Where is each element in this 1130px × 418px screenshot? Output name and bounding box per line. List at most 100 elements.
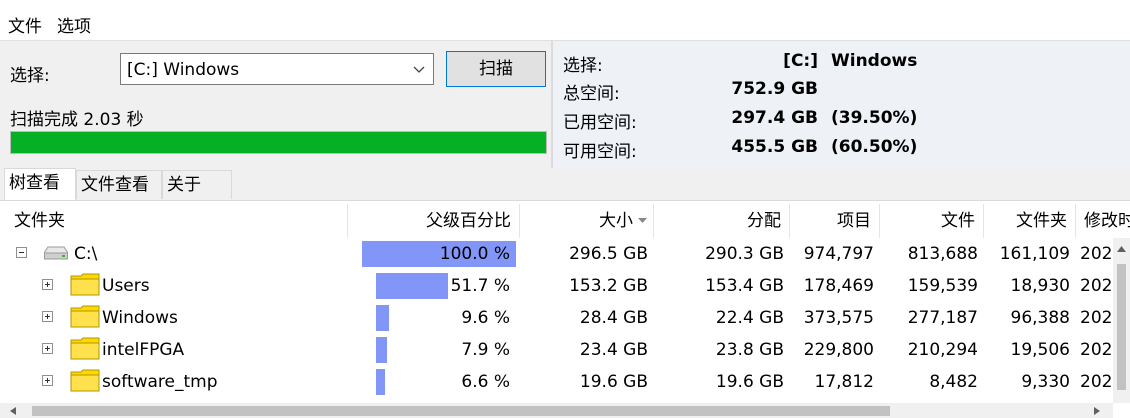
row-name: Windows	[102, 308, 178, 328]
expand-toggle[interactable]	[42, 375, 53, 386]
info-select-extra: Windows	[831, 51, 918, 71]
chevron-down-icon	[413, 66, 425, 73]
parent-percent-label: 9.6 %	[461, 308, 510, 328]
drive-icon	[44, 246, 68, 260]
row-folders: 19,506	[1010, 340, 1070, 360]
info-select-value: [C:]	[783, 51, 818, 71]
menu-file[interactable]: 文件	[8, 12, 42, 37]
folder-icon	[70, 273, 100, 296]
tab-file-view[interactable]: 文件查看	[76, 170, 162, 199]
parent-percent-fill	[376, 305, 389, 331]
row-allocated: 153.4 GB	[705, 276, 784, 296]
row-size: 19.6 GB	[579, 372, 648, 392]
row-files: 277,187	[907, 308, 978, 328]
table-row[interactable]: intelFPGA 7.9 % 23.4 GB 23.8 GB 229,800 …	[6, 334, 1116, 366]
drive-select[interactable]: [C:] Windows	[120, 53, 434, 85]
sort-descending-icon	[638, 218, 647, 223]
row-folders: 18,930	[1010, 276, 1070, 296]
table-row[interactable]: software_tmp 6.6 % 19.6 GB 19.6 GB 17,81…	[6, 366, 1116, 398]
column-header-items[interactable]: 项目	[790, 204, 880, 238]
tab-bar: 树查看 文件查看 关于	[0, 168, 1130, 201]
row-files: 210,294	[907, 340, 978, 360]
row-files: 8,482	[929, 372, 978, 392]
expand-toggle[interactable]	[42, 279, 53, 290]
row-items: 178,469	[803, 276, 874, 296]
table-row[interactable]: C:\ 100.0 % 296.5 GB 290.3 GB 974,797 81…	[6, 238, 1116, 270]
column-header-folders[interactable]: 文件夹	[984, 204, 1076, 238]
column-header-files[interactable]: 文件	[880, 204, 984, 238]
row-items: 974,797	[803, 244, 874, 264]
table-row[interactable]: Windows 9.6 % 28.4 GB 22.4 GB 373,575 27…	[6, 302, 1116, 334]
parent-percent-label: 6.6 %	[461, 372, 510, 392]
folder-icon	[70, 305, 100, 328]
parent-percent-label: 51.7 %	[450, 276, 510, 296]
parent-percent-fill	[376, 369, 385, 395]
column-header-size-label: 大小	[599, 211, 633, 231]
scan-button[interactable]: 扫描	[446, 51, 546, 87]
row-files: 159,539	[907, 276, 978, 296]
row-allocated: 23.8 GB	[715, 340, 784, 360]
row-folders: 9,330	[1021, 372, 1070, 392]
tab-about[interactable]: 关于	[162, 170, 232, 199]
parent-percent-bar: 6.6 %	[376, 369, 516, 395]
scroll-left-icon[interactable]	[10, 407, 16, 415]
row-size: 153.2 GB	[569, 276, 648, 296]
row-allocated: 290.3 GB	[705, 244, 784, 264]
scroll-right-icon[interactable]	[1094, 407, 1100, 415]
row-modified: 202	[1080, 308, 1113, 328]
menu-options[interactable]: 选项	[57, 12, 91, 37]
row-items: 373,575	[803, 308, 874, 328]
info-select-label: 选择:	[563, 56, 603, 76]
parent-percent-fill	[376, 273, 448, 299]
tab-tree-view[interactable]: 树查看	[4, 168, 76, 200]
info-free-value: 455.5 GB	[731, 137, 818, 157]
row-items: 229,800	[803, 340, 874, 360]
column-header-modified[interactable]: 修改时	[1076, 204, 1130, 238]
progress-bar	[10, 131, 547, 154]
menu-bar: 文件 选项	[0, 0, 1130, 40]
progress-fill	[11, 132, 546, 153]
vertical-scrollbar[interactable]	[1113, 238, 1130, 403]
parent-percent-label: 100.0 %	[439, 244, 510, 264]
parent-percent-bar: 7.9 %	[376, 337, 516, 363]
info-free-label: 可用空间:	[563, 142, 637, 162]
horizontal-scroll-thumb[interactable]	[32, 406, 890, 416]
select-label: 选择:	[10, 66, 50, 86]
scan-status: 扫描完成 2.03 秒	[10, 110, 144, 130]
expand-toggle[interactable]	[42, 343, 53, 354]
row-folders: 96,388	[1010, 308, 1070, 328]
row-files: 813,688	[907, 244, 978, 264]
row-modified: 202	[1080, 276, 1113, 296]
parent-percent-bar: 51.7 %	[376, 273, 516, 299]
row-size: 23.4 GB	[579, 340, 648, 360]
column-header-size[interactable]: 大小	[520, 204, 654, 238]
parent-percent-fill	[376, 337, 387, 363]
column-header-parent-percent[interactable]: 父级百分比	[348, 204, 520, 238]
info-used-percent: (39.50%)	[831, 108, 918, 128]
info-total-value: 752.9 GB	[731, 79, 818, 99]
row-folders: 161,109	[999, 244, 1070, 264]
parent-percent-label: 7.9 %	[461, 340, 510, 360]
column-header-folder[interactable]: 文件夹	[6, 204, 348, 238]
row-modified: 202	[1080, 340, 1113, 360]
parent-percent-bar: 100.0 %	[362, 241, 516, 267]
scroll-up-icon[interactable]	[1117, 246, 1126, 252]
drive-info-panel: 选择: [C:] Windows 总空间: 752.9 GB 已用空间: 297…	[553, 40, 1130, 169]
row-name: C:\	[74, 244, 98, 264]
table-row[interactable]: Users 51.7 % 153.2 GB 153.4 GB 178,469 1…	[6, 270, 1116, 302]
row-items: 17,812	[814, 372, 874, 392]
row-name: Users	[102, 276, 150, 296]
info-total-label: 总空间:	[563, 84, 620, 104]
column-header-allocated[interactable]: 分配	[654, 204, 790, 238]
expand-toggle[interactable]	[42, 311, 53, 322]
collapse-toggle[interactable]	[16, 247, 27, 258]
info-used-value: 297.4 GB	[731, 108, 818, 128]
info-free-percent: (60.50%)	[831, 137, 918, 157]
vertical-scroll-thumb[interactable]	[1117, 264, 1126, 390]
row-allocated: 19.6 GB	[715, 372, 784, 392]
row-allocated: 22.4 GB	[715, 308, 784, 328]
row-name: software_tmp	[102, 372, 218, 392]
row-size: 296.5 GB	[569, 244, 648, 264]
folder-icon	[70, 337, 100, 360]
horizontal-scrollbar[interactable]	[0, 403, 1113, 418]
